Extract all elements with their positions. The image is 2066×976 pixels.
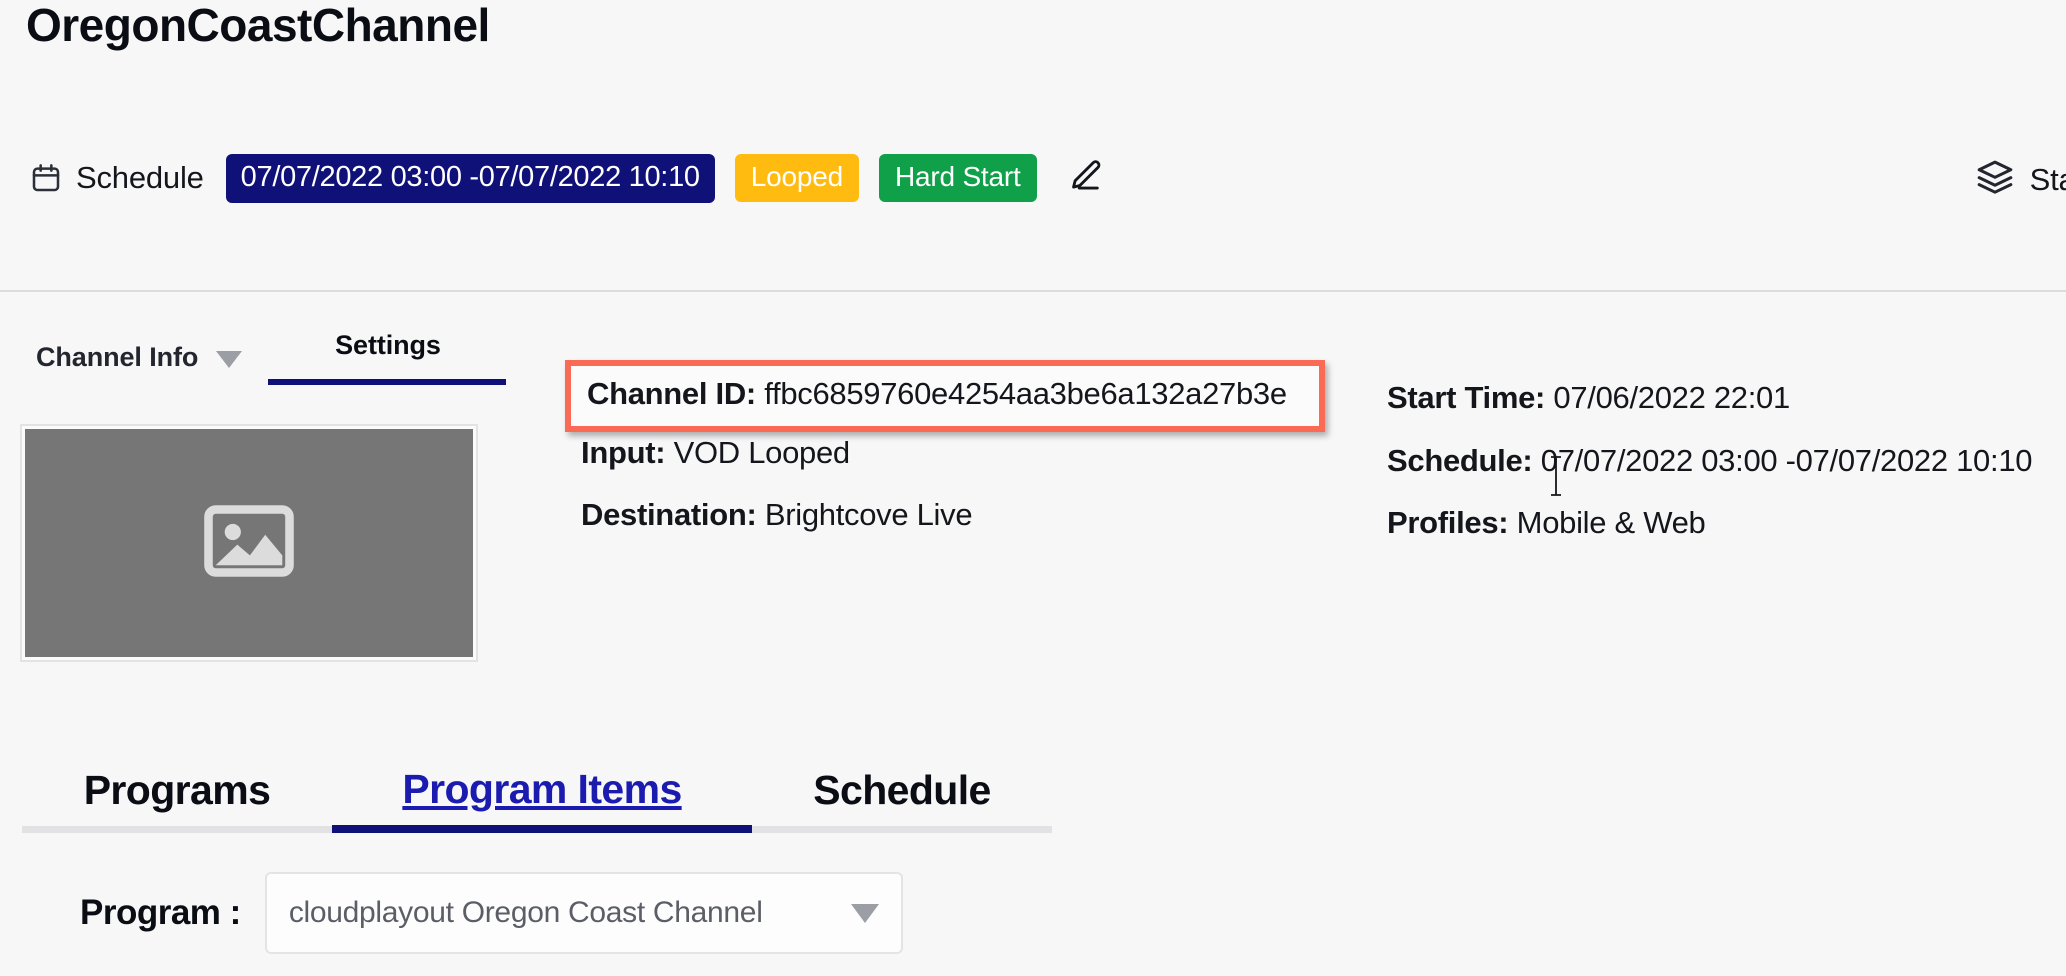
profiles-label: Profiles: [1387,505,1509,541]
badge-hard-start: Hard Start [878,154,1037,202]
tab-schedule[interactable]: Schedule [752,767,1052,833]
details-right-column: Start Time: 07/06/2022 22:01 Schedule: 0… [1387,380,2066,568]
tab-schedule-underline [752,826,1052,833]
profiles-value: Mobile & Web [1516,505,1706,541]
image-placeholder-icon [195,487,303,600]
tab-settings-underline [268,379,506,385]
detail-row-input: Input: VOD Looped [581,435,1281,471]
tab-channel-info[interactable]: Channel Info [36,342,243,373]
tab-programs-label: Programs [83,767,271,813]
caret-down-icon [850,903,879,923]
detail-row-schedule: Schedule: 07/07/2022 03:00 -07/07/2022 1… [1387,443,2066,479]
channel-id-label-visible: Channel ID: [587,376,756,411]
calendar-icon [30,162,62,194]
detail-row-start-time: Start Time: 07/06/2022 22:01 [1387,380,2066,416]
edit-schedule-button[interactable] [1063,157,1105,199]
schedule-range-chip[interactable]: 07/07/2022 03:00 -07/07/2022 10:10 [225,153,715,203]
tab-programs[interactable]: Programs [22,767,332,833]
schedule-detail-label: Schedule: [1387,442,1533,478]
bottom-tab-bar: Programs Program Items Schedule [22,766,1052,833]
schedule-detail-value: 07/07/2022 03:00 -07/07/2022 10:10 [1540,442,2033,478]
schedule-bar: Schedule 07/07/2022 03:00 -07/07/2022 10… [0,132,2066,224]
destination-label: Destination: [581,497,757,533]
chevron-down-icon [216,350,243,368]
schedule-left-group: Schedule [30,160,204,196]
channel-id-highlight-box: Channel ID: ffbc6859760e4254aa3be6a132a2… [565,360,1325,432]
start-time-value: 07/06/2022 22:01 [1553,380,1790,415]
tab-programs-underline [22,826,332,833]
badge-looped: Looped [734,154,859,202]
destination-value: Brightcove Live [764,497,973,533]
program-label: Program : [80,893,241,932]
program-dropdown-value: cloudplayout Oregon Coast Channel [288,896,763,929]
start-time-label: Start Time: [1387,380,1546,415]
channel-thumbnail[interactable] [20,424,478,662]
program-dropdown[interactable]: cloudplayout Oregon Coast Channel [264,872,903,954]
thumbnail-placeholder [25,429,473,657]
header-divider [0,290,2066,292]
detail-row-destination: Destination: Brightcove Live [581,497,1281,533]
tab-program-items[interactable]: Program Items [332,766,752,833]
pencil-icon [1065,157,1103,200]
tab-schedule-label: Schedule [813,767,991,813]
channel-id-value-visible: ffbc6859760e4254aa3be6a132a27b3e [764,376,1287,411]
detail-row-profiles: Profiles: Mobile & Web [1387,505,2066,541]
tab-program-items-label: Program Items [402,766,682,812]
tab-settings-label: Settings [335,330,441,360]
input-label: Input: [581,434,666,470]
tab-settings[interactable]: Settings [268,330,508,385]
layers-icon [1976,158,2014,201]
input-value: VOD Looped [673,434,851,470]
text-cursor-icon [1548,455,1564,497]
tab-program-items-underline [332,825,752,833]
status-label: Stat [2029,161,2066,197]
schedule-label: Schedule [76,160,204,195]
program-selector-row: Program : cloudplayout Oregon Coast Chan… [80,872,903,954]
page-title: OregonCoastChannel [26,0,490,51]
channel-id-row: Channel ID: ffbc6859760e4254aa3be6a132a2… [587,376,1287,412]
tab-channel-info-label: Channel Info [36,342,199,372]
status-group[interactable]: Stat [1976,158,2066,201]
